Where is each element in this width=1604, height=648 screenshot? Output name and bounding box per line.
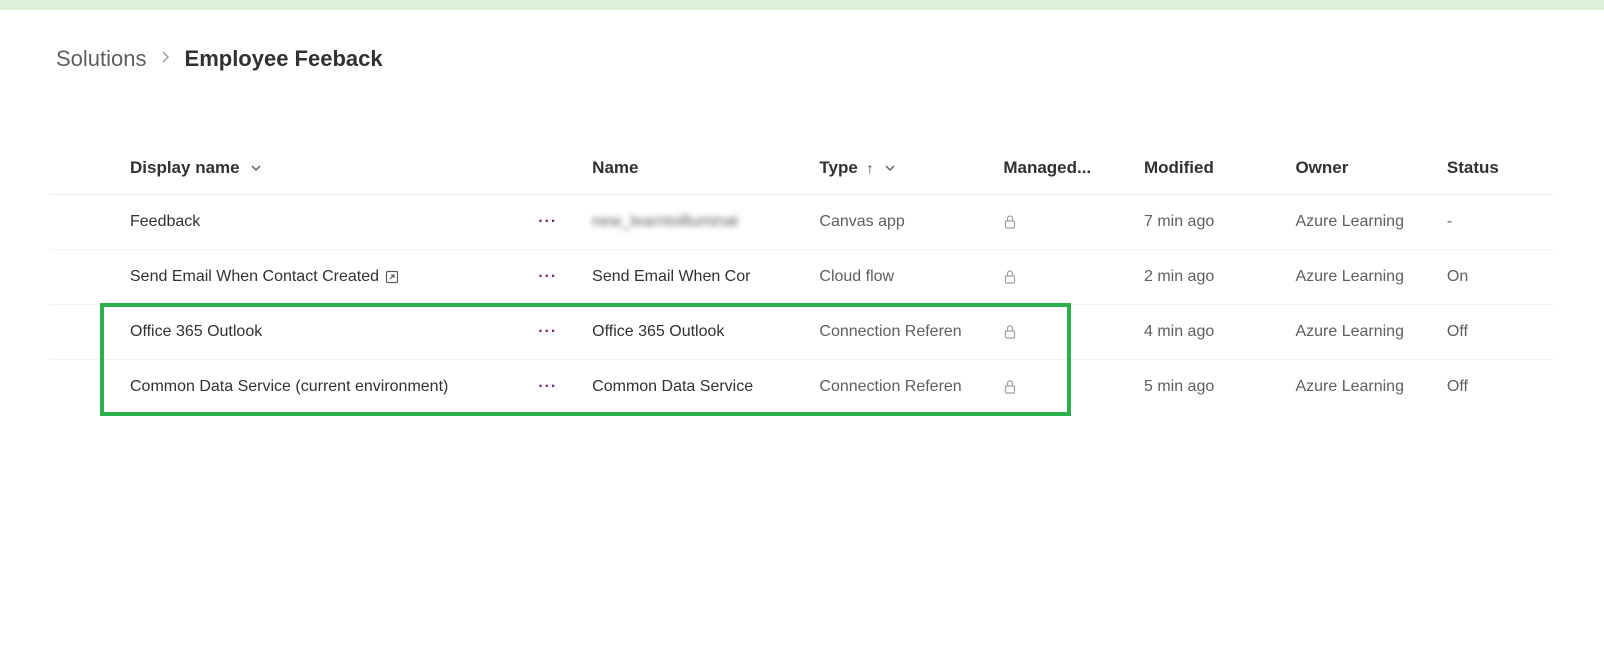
lock-icon <box>1003 324 1124 340</box>
column-header-label: Status <box>1447 158 1499 177</box>
display-name-text: Office 365 Outlook <box>130 323 262 340</box>
display-name-text: Common Data Service (current environment… <box>130 378 448 395</box>
name-text: Office 365 Outlook <box>592 323 724 340</box>
cell-status: Off <box>1435 360 1554 415</box>
column-header-display-name[interactable]: Display name <box>50 142 515 195</box>
more-actions-icon[interactable]: ··· <box>538 213 557 231</box>
column-header-label: Type <box>819 158 857 177</box>
cell-managed <box>991 250 1132 305</box>
column-header-label: Display name <box>130 158 240 177</box>
column-header-managed[interactable]: Managed... <box>991 142 1132 195</box>
column-header-label: Modified <box>1144 158 1214 177</box>
cell-actions: ··· <box>515 250 580 305</box>
table-row[interactable]: Office 365 Outlook ··· Office 365 Outlook C… <box>50 305 1554 360</box>
breadcrumb: Solutions Employee Feeback <box>0 10 1604 92</box>
display-name-text: Send Email When Contact Created <box>130 268 379 285</box>
name-text: Send Email When Cor <box>592 268 750 285</box>
column-header-label: Name <box>592 158 638 177</box>
breadcrumb-root[interactable]: Solutions <box>56 46 147 72</box>
more-actions-icon[interactable]: ··· <box>538 378 557 396</box>
column-header-modified[interactable]: Modified <box>1132 142 1283 195</box>
lock-icon <box>1003 379 1124 395</box>
sort-asc-icon: ↑ <box>867 160 874 176</box>
cell-managed <box>991 195 1132 250</box>
cell-owner: Azure Learning <box>1283 305 1434 360</box>
column-header-type[interactable]: Type ↑ <box>807 142 991 195</box>
cell-status: - <box>1435 195 1554 250</box>
display-name-text: Feedback <box>130 213 200 230</box>
name-text: Common Data Service <box>592 378 753 395</box>
cell-display-name[interactable]: Common Data Service (current environment… <box>50 360 515 415</box>
cell-display-name[interactable]: Feedback <box>50 195 515 250</box>
cell-type: Connection Referen <box>807 305 991 360</box>
more-actions-icon[interactable]: ··· <box>538 268 557 286</box>
cell-managed <box>991 360 1132 415</box>
column-header-actions <box>515 142 580 195</box>
table-row[interactable]: Common Data Service (current environment… <box>50 360 1554 415</box>
more-actions-icon[interactable]: ··· <box>538 323 557 341</box>
column-header-name[interactable]: Name <box>580 142 807 195</box>
cell-owner: Azure Learning <box>1283 195 1434 250</box>
top-accent-bar <box>0 0 1604 10</box>
cell-type: Connection Referen <box>807 360 991 415</box>
column-header-label: Owner <box>1295 158 1348 177</box>
cell-modified: 5 min ago <box>1132 360 1283 415</box>
breadcrumb-current: Employee Feeback <box>185 46 383 72</box>
lock-icon <box>1003 269 1124 285</box>
cell-name: new_learntoilluminat <box>580 195 807 250</box>
table-row[interactable]: Send Email When Contact Created ··· Send E… <box>50 250 1554 305</box>
cell-actions: ··· <box>515 360 580 415</box>
cell-actions: ··· <box>515 195 580 250</box>
cell-modified: 7 min ago <box>1132 195 1283 250</box>
cell-owner: Azure Learning <box>1283 360 1434 415</box>
cell-type: Canvas app <box>807 195 991 250</box>
name-text: new_learntoilluminat <box>592 213 738 230</box>
solution-items-table: Display name Name Type ↑ Ma <box>50 142 1554 414</box>
cell-modified: 2 min ago <box>1132 250 1283 305</box>
cell-type: Cloud flow <box>807 250 991 305</box>
column-header-label: Managed... <box>1003 158 1091 177</box>
cell-modified: 4 min ago <box>1132 305 1283 360</box>
open-in-new-icon[interactable] <box>385 270 399 284</box>
cell-display-name[interactable]: Office 365 Outlook <box>50 305 515 360</box>
chevron-down-icon <box>884 162 896 176</box>
cell-status: Off <box>1435 305 1554 360</box>
solution-items-table-wrap: Display name Name Type ↑ Ma <box>0 92 1604 414</box>
chevron-down-icon <box>250 162 262 176</box>
cell-name: Common Data Service <box>580 360 807 415</box>
chevron-right-icon <box>161 50 171 69</box>
cell-display-name[interactable]: Send Email When Contact Created <box>50 250 515 305</box>
table-header-row: Display name Name Type ↑ Ma <box>50 142 1554 195</box>
cell-managed <box>991 305 1132 360</box>
cell-name: Office 365 Outlook <box>580 305 807 360</box>
cell-owner: Azure Learning <box>1283 250 1434 305</box>
cell-name: Send Email When Cor <box>580 250 807 305</box>
column-header-owner[interactable]: Owner <box>1283 142 1434 195</box>
cell-actions: ··· <box>515 305 580 360</box>
column-header-status[interactable]: Status <box>1435 142 1554 195</box>
table-row[interactable]: Feedback ··· new_learntoilluminat Canvas ap… <box>50 195 1554 250</box>
lock-icon <box>1003 214 1124 230</box>
cell-status: On <box>1435 250 1554 305</box>
